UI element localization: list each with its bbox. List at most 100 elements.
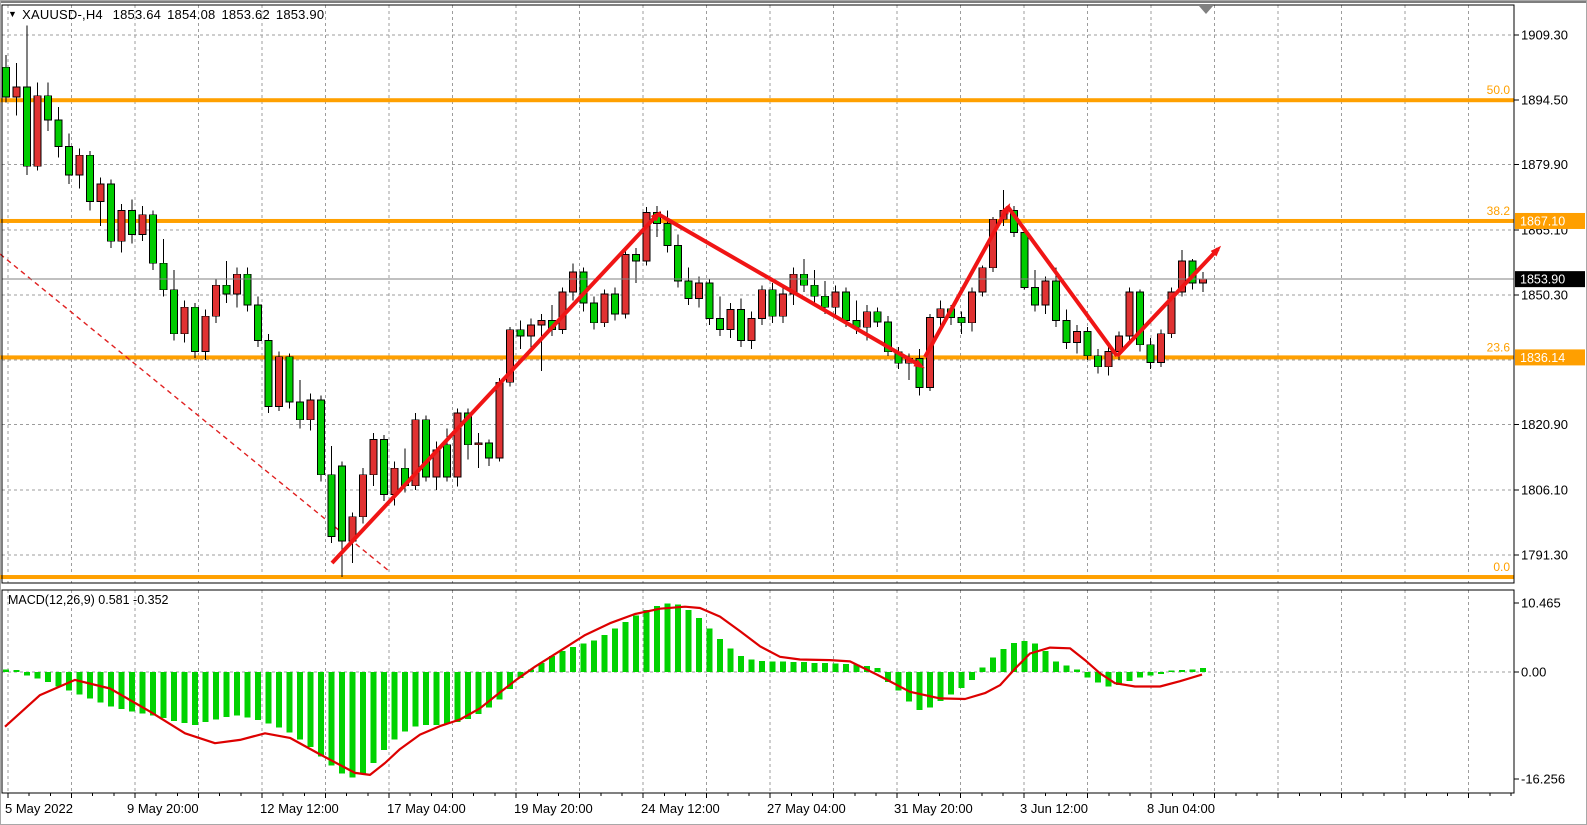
price-axis-label: 1806.10 (1521, 482, 1568, 497)
macd-bar (308, 672, 314, 747)
candle-body-down (1053, 281, 1060, 321)
macd-bar (759, 661, 765, 672)
macd-bar (150, 672, 156, 716)
macd-bar (696, 618, 702, 672)
price-axis-label: 1894.50 (1521, 93, 1568, 108)
candle-body-down (171, 290, 178, 334)
candle-body-down (255, 305, 262, 340)
macd-bar (938, 672, 944, 701)
macd-bar (434, 672, 440, 725)
fib-label-23.6: 23.6 (1487, 340, 1511, 354)
time-axis-label: 19 May 20:00 (514, 801, 593, 816)
chart-canvas[interactable]: 50.038.223.60.01909.301894.501879.901865… (0, 0, 1587, 825)
macd-bar (192, 672, 198, 725)
macd-bar (665, 603, 671, 672)
price-axis-label: 1879.90 (1521, 157, 1568, 172)
macd-bar (917, 672, 923, 710)
macd-bar (161, 672, 167, 718)
candle-body-up (696, 283, 703, 298)
candle-body-down (318, 400, 325, 475)
macd-bar (203, 672, 209, 722)
candle-body-down (160, 263, 167, 289)
macd-bar (171, 672, 177, 721)
candle-body-up (454, 413, 461, 477)
candle-body-up (937, 309, 944, 318)
macd-bar (444, 672, 450, 724)
macd-bar (245, 672, 251, 717)
candle-body-down (108, 184, 115, 241)
macd-bar (77, 672, 83, 694)
macd-bar (45, 672, 51, 682)
macd-bar (749, 659, 755, 672)
candle-body-up (496, 382, 503, 458)
candle-body-down (633, 254, 640, 261)
macd-bar (728, 648, 734, 672)
candle-body-down (192, 307, 199, 351)
ohlc-header: ▼XAUUSD-,H4 1853.641854.081853.621853.90 (8, 7, 330, 22)
macd-bar (948, 672, 954, 694)
macd-axis-label: 10.465 (1521, 595, 1561, 610)
candle-body-down (591, 303, 598, 323)
macd-bar (1200, 668, 1206, 672)
candle-body-up (759, 290, 766, 319)
close-value: 1853.90 (276, 7, 324, 22)
symbol-period-label: XAUUSD-,H4 (22, 7, 103, 22)
macd-bar (959, 672, 965, 688)
macd-bar (297, 672, 303, 739)
macd-bar (1148, 672, 1154, 675)
candle-body-down (675, 246, 682, 281)
chart-window: ▼XAUUSD-,H4 1853.641854.081853.621853.90… (0, 0, 1587, 825)
price-badge-text: 1836.14 (1520, 351, 1565, 365)
macd-bar (686, 610, 692, 672)
candle-body-up (13, 87, 20, 97)
candle-body-down (381, 440, 388, 495)
macd-bar (14, 670, 20, 672)
macd-bar (969, 672, 975, 680)
candle-body-up (1158, 334, 1165, 363)
candle-body-up (139, 215, 146, 235)
macd-bar (570, 647, 576, 672)
macd-bar (717, 639, 723, 672)
macd-bar (602, 635, 608, 672)
fib-line-50.0 (0, 98, 1514, 102)
candle-body-down (1063, 321, 1070, 343)
candle-body-down (45, 96, 52, 120)
macd-bar (801, 662, 807, 672)
macd-bar (287, 672, 293, 733)
macd-bar (455, 672, 461, 722)
macd-bar (1085, 672, 1091, 677)
candle-body-up (307, 400, 314, 420)
candle-body-up (234, 274, 241, 294)
candle-body-down (843, 292, 850, 321)
price-badge-text: 1853.90 (1520, 273, 1565, 287)
candle-body-up (727, 310, 734, 330)
macd-bar (350, 672, 356, 778)
candle-body-down (486, 443, 493, 458)
macd-bar (812, 663, 818, 672)
macd-bar (224, 672, 230, 717)
macd-axis-label: -16.256 (1521, 772, 1565, 787)
macd-bar (644, 610, 650, 672)
candle-body-down (769, 290, 776, 316)
macd-bar (1158, 672, 1164, 674)
macd-bar (329, 672, 335, 766)
candle-body-up (622, 254, 629, 313)
candle-body-up (528, 325, 535, 336)
candle-body-down (706, 283, 713, 318)
candle-body-down (129, 210, 136, 234)
candle-body-down (24, 87, 31, 166)
price-axis-label: 1909.30 (1521, 28, 1568, 43)
macd-bar (612, 628, 618, 672)
macd-bar (591, 640, 597, 672)
macd-bar (423, 672, 429, 725)
candle-body-up (1200, 279, 1207, 283)
candle-body-down (958, 317, 965, 322)
macd-bar (318, 672, 324, 756)
candle-body-up (34, 96, 41, 167)
candle-body-down (87, 155, 94, 201)
macd-bar (1137, 672, 1143, 677)
fib-label-50.0: 50.0 (1487, 83, 1511, 97)
macd-bar (623, 622, 629, 672)
candle-body-down (1032, 288, 1039, 306)
candle-body-up (601, 294, 608, 323)
